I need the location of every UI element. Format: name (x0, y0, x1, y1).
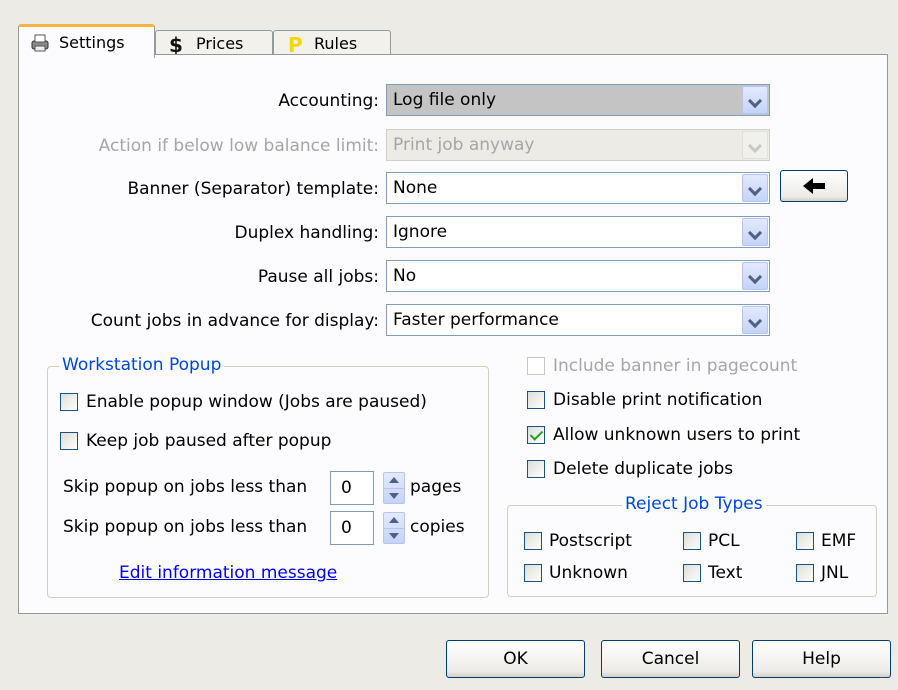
chevron-down-icon (742, 131, 768, 159)
enable-popup-label: Enable popup window (Jobs are paused) (86, 392, 427, 412)
count-select[interactable]: Faster performance (386, 304, 770, 336)
tab-prices-label: Prices (196, 34, 244, 53)
skip-pages-stepper[interactable] (383, 472, 405, 504)
count-label: Count jobs in advance for display: (90, 311, 379, 331)
allow-unknown-label: Allow unknown users to print (553, 425, 801, 445)
workstation-popup-title: Workstation Popup (59, 355, 225, 375)
skip-pages-input[interactable]: 0 (330, 471, 374, 505)
chevron-down-icon[interactable] (742, 306, 768, 334)
keep-paused-label: Keep job paused after popup (86, 431, 332, 451)
skip-copies-stepper[interactable] (383, 512, 405, 544)
skip-pages-value: 0 (341, 478, 352, 498)
pause-value: No (393, 266, 417, 286)
keep-paused-checkbox[interactable] (60, 432, 78, 450)
skip-copies-value: 0 (341, 518, 352, 538)
left-arrow-icon (799, 178, 829, 203)
delete-duplicates-checkbox[interactable] (527, 460, 545, 478)
disable-notification-label: Disable print notification (553, 390, 763, 410)
disable-notification-checkbox[interactable] (527, 391, 545, 409)
pause-label: Pause all jobs: (257, 267, 379, 287)
skip-pages-label: Skip popup on jobs less than (63, 477, 308, 497)
reject-text-label: Text (708, 563, 743, 583)
include-banner-checkbox (527, 357, 545, 375)
ok-button[interactable]: OK (446, 640, 585, 678)
reject-pcl-checkbox[interactable] (683, 532, 701, 550)
tab-settings-label: Settings (59, 33, 125, 52)
rules-p-icon: P (284, 33, 306, 57)
tab-strip: Settings $ Prices P Rules (18, 22, 888, 58)
duplex-value: Ignore (393, 222, 448, 242)
delete-duplicates-label: Delete duplicate jobs (553, 459, 734, 479)
banner-value: None (393, 178, 438, 198)
low-balance-label: Action if below low balance limit: (98, 136, 379, 156)
chevron-down-icon[interactable] (742, 218, 768, 246)
reject-postscript-checkbox[interactable] (524, 532, 542, 550)
banner-action-button[interactable] (780, 170, 848, 202)
banner-select[interactable]: None (386, 172, 770, 204)
reject-job-types-group (507, 505, 877, 597)
skip-copies-input[interactable]: 0 (330, 511, 374, 545)
tab-prices[interactable]: $ Prices (155, 30, 273, 57)
skip-pages-unit: pages (410, 477, 462, 497)
banner-label: Banner (Separator) template: (127, 179, 379, 199)
svg-text:$: $ (169, 33, 183, 55)
tab-rules[interactable]: P Rules (273, 30, 391, 57)
chevron-down-icon[interactable] (742, 174, 768, 202)
enable-popup-checkbox[interactable] (60, 393, 78, 411)
accounting-value: Log file only (393, 90, 497, 110)
help-button[interactable]: Help (752, 640, 891, 678)
reject-unknown-checkbox[interactable] (524, 564, 542, 582)
include-banner-label: Include banner in pagecount (553, 356, 798, 376)
reject-emf-checkbox[interactable] (796, 532, 814, 550)
reject-pcl-label: PCL (708, 531, 740, 551)
printer-icon (29, 32, 51, 54)
dollar-icon: $ (166, 33, 188, 57)
low-balance-value: Print job anyway (393, 135, 535, 155)
low-balance-select: Print job anyway (386, 129, 770, 161)
reject-jnl-label: JNL (821, 563, 849, 583)
count-value: Faster performance (393, 310, 559, 330)
reject-text-checkbox[interactable] (683, 564, 701, 582)
chevron-down-icon[interactable] (742, 262, 768, 290)
tab-rules-label: Rules (314, 34, 358, 53)
accounting-select[interactable]: Log file only (386, 84, 770, 116)
skip-copies-label: Skip popup on jobs less than (63, 517, 308, 537)
tab-settings[interactable]: Settings (18, 24, 155, 58)
reject-emf-label: EMF (821, 531, 857, 551)
cancel-button[interactable]: Cancel (601, 640, 740, 678)
svg-text:P: P (288, 33, 303, 55)
skip-copies-unit: copies (410, 517, 465, 537)
pause-select[interactable]: No (386, 260, 770, 292)
reject-job-types-title: Reject Job Types (622, 494, 766, 514)
edit-information-message-link[interactable]: Edit information message (119, 563, 337, 583)
reject-postscript-label: Postscript (549, 531, 632, 551)
duplex-label: Duplex handling: (234, 223, 380, 243)
chevron-down-icon[interactable] (742, 86, 768, 114)
duplex-select[interactable]: Ignore (386, 216, 770, 248)
reject-jnl-checkbox[interactable] (796, 564, 814, 582)
allow-unknown-checkbox[interactable] (527, 426, 545, 444)
reject-unknown-label: Unknown (549, 563, 628, 583)
accounting-label: Accounting: (278, 91, 379, 111)
